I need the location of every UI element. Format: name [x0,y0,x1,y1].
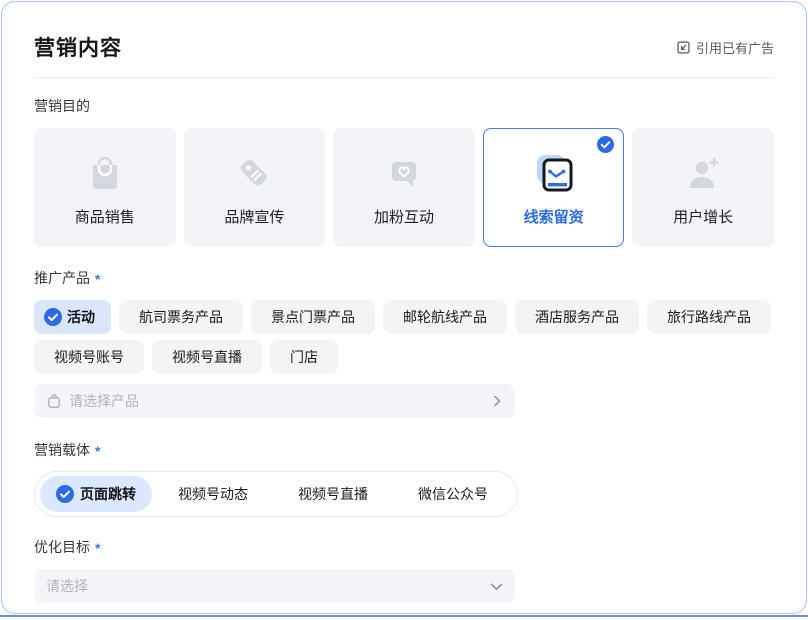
selected-check-badge [597,136,614,153]
header-divider [34,77,774,78]
shopping-bag-icon [81,149,129,197]
tag-channels-live[interactable]: 视频号直播 [152,340,262,374]
purpose-card-label: 品牌宣传 [224,206,284,227]
reference-existing-ad-button[interactable]: 引用已有广告 [676,38,774,57]
tag-label: 视频号账号 [54,347,124,367]
goal-section-label: 优化目标 * [34,537,774,557]
reference-label: 引用已有广告 [696,38,774,57]
required-star: * [95,443,100,459]
carrier-option-channels-live[interactable]: 视频号直播 [274,476,392,512]
carrier-segmented-control: 页面跳转 视频号动态 视频号直播 微信公众号 [34,471,518,517]
carrier-option-label: 微信公众号 [418,484,488,504]
page-title: 营销内容 [34,32,122,62]
product-tag-group: 活动 航司票务产品 景点门票产品 邮轮航线产品 酒店服务产品 旅行路线产品 视频… [34,300,778,374]
purpose-section-label: 营销目的 [34,96,774,116]
tag-label: 航司票务产品 [139,307,223,327]
purpose-card-group: 商品销售 品牌宣传 [34,128,774,247]
purpose-card-brand-promo[interactable]: 品牌宣传 [184,128,326,247]
carrier-label-text: 营销载体 [34,440,90,460]
goal-select-placeholder: 请选择 [46,576,88,596]
chevron-down-icon [490,580,503,593]
header: 营销内容 引用已有广告 [34,2,774,62]
goal-label-text: 优化目标 [34,537,90,557]
tag-label: 酒店服务产品 [535,307,619,327]
required-star: * [95,271,100,287]
check-circle-icon [44,308,62,326]
purpose-card-lead-capture[interactable]: 线索留资 [483,128,625,247]
purpose-card-label: 商品销售 [75,206,135,227]
tag-label: 旅行路线产品 [667,307,751,327]
carrier-option-label: 视频号直播 [298,484,368,504]
tag-attraction-tickets[interactable]: 景点门票产品 [251,300,375,334]
tag-hotel-services[interactable]: 酒店服务产品 [515,300,639,334]
tag-channels-account[interactable]: 视频号账号 [34,340,144,374]
form-card: 营销内容 引用已有广告 营销目的 [1,1,807,614]
purpose-card-fan-interaction[interactable]: 加粉互动 [333,128,475,247]
tag-label: 活动 [67,307,95,327]
tag-label: 门店 [290,347,318,367]
purpose-card-product-sales[interactable]: 商品销售 [34,128,176,247]
product-section-label: 推广产品 * [34,268,774,288]
purpose-card-label: 线索留资 [524,206,584,227]
tag-cruise-routes[interactable]: 邮轮航线产品 [383,300,507,334]
tag-label: 景点门票产品 [271,307,355,327]
product-bag-icon [46,393,62,409]
product-label-text: 推广产品 [34,268,90,288]
lead-chart-icon [530,149,578,197]
tag-travel-routes[interactable]: 旅行路线产品 [647,300,771,334]
marketing-content-panel: 营销内容 引用已有广告 营销目的 [0,0,808,620]
product-picker-placeholder: 请选择产品 [69,391,139,411]
tag-store[interactable]: 门店 [270,340,338,374]
tag-label: 视频号直播 [172,347,242,367]
purpose-label-text: 营销目的 [34,96,90,116]
reference-icon [676,40,691,55]
carrier-option-label: 页面跳转 [80,484,136,504]
tag-activity[interactable]: 活动 [34,300,111,334]
carrier-option-channels-feed[interactable]: 视频号动态 [154,476,272,512]
price-tag-icon [230,149,278,197]
carrier-section-label: 营销载体 * [34,440,774,460]
carrier-option-official-account[interactable]: 微信公众号 [394,476,512,512]
check-circle-icon [56,485,74,503]
required-star: * [95,540,100,556]
goal-select[interactable]: 请选择 [34,569,515,603]
carrier-option-label: 视频号动态 [178,484,248,504]
carrier-option-page-jump[interactable]: 页面跳转 [40,476,152,512]
chat-heart-icon [380,149,428,197]
product-picker[interactable]: 请选择产品 [34,384,515,418]
purpose-card-user-growth[interactable]: 用户增长 [632,128,774,247]
tag-airline-tickets[interactable]: 航司票务产品 [119,300,243,334]
user-plus-icon [679,149,727,197]
purpose-card-label: 加粉互动 [374,206,434,227]
purpose-card-label: 用户增长 [673,206,733,227]
bottom-accent-line [0,615,808,617]
tag-label: 邮轮航线产品 [403,307,487,327]
chevron-right-icon [491,395,503,407]
